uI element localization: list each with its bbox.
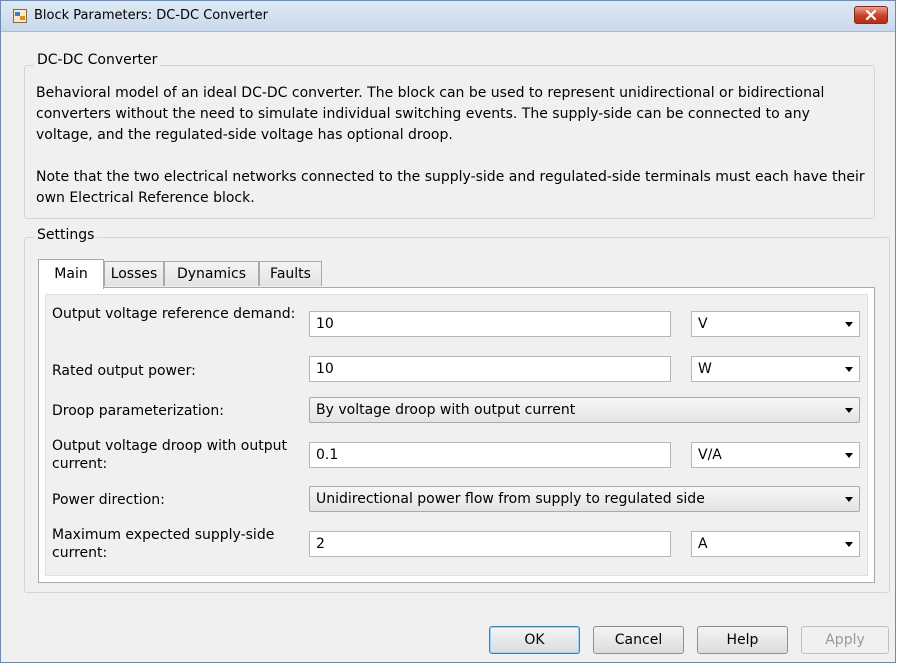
chevron-down-icon — [845, 497, 853, 502]
max-supply-current-unit: A — [698, 536, 708, 552]
output-voltage-reference-unit-select[interactable]: V — [691, 311, 860, 337]
output-voltage-droop-unit-select[interactable]: V/A — [691, 442, 860, 468]
output-voltage-droop-label: Output voltage droop with output current… — [52, 438, 287, 472]
rated-output-power-label: Rated output power: — [52, 363, 196, 379]
chevron-down-icon — [845, 453, 853, 458]
max-supply-current-label: Maximum expected supply-side current: — [52, 527, 275, 561]
power-direction-select[interactable]: Unidirectional power flow from supply to… — [309, 486, 860, 512]
tab-main[interactable]: Main — [38, 259, 104, 289]
window-title: Block Parameters: DC-DC Converter — [34, 8, 268, 23]
rated-output-power-input[interactable]: 10 — [309, 356, 671, 382]
help-button[interactable]: Help — [697, 626, 788, 654]
block-note: Note that the two electrical networks co… — [36, 169, 865, 206]
max-supply-current-unit-select[interactable]: A — [691, 531, 860, 557]
output-voltage-droop-input[interactable]: 0.1 — [309, 442, 671, 468]
settings-legend: Settings — [34, 227, 98, 243]
tab-faults[interactable]: Faults — [259, 261, 322, 286]
output-voltage-reference-label: Output voltage reference demand: — [52, 306, 296, 322]
droop-parameterization-label: Droop parameterization: — [52, 403, 224, 419]
ok-button[interactable]: OK — [489, 626, 580, 654]
chevron-down-icon — [845, 408, 853, 413]
block-parameters-dialog: Block Parameters: DC-DC Converter DC-DC … — [0, 0, 896, 663]
close-button[interactable] — [854, 6, 888, 24]
chevron-down-icon — [845, 542, 853, 547]
output-voltage-reference-input[interactable]: 10 — [309, 311, 671, 337]
chevron-down-icon — [845, 322, 853, 327]
rated-output-power-unit: W — [698, 361, 712, 377]
max-supply-current-input[interactable]: 2 — [309, 531, 671, 557]
output-voltage-reference-unit: V — [698, 316, 708, 332]
tab-losses[interactable]: Losses — [104, 261, 164, 286]
power-direction-value: Unidirectional power flow from supply to… — [316, 491, 705, 507]
droop-parameterization-value: By voltage droop with output current — [316, 402, 576, 418]
simulink-block-icon — [13, 9, 27, 23]
droop-parameterization-select[interactable]: By voltage droop with output current — [309, 397, 860, 423]
output-voltage-droop-unit: V/A — [698, 447, 722, 463]
close-icon — [865, 10, 877, 20]
power-direction-label: Power direction: — [52, 492, 165, 508]
apply-button[interactable]: Apply — [801, 626, 889, 654]
chevron-down-icon — [845, 367, 853, 372]
tab-dynamics[interactable]: Dynamics — [164, 261, 259, 286]
rated-output-power-unit-select[interactable]: W — [691, 356, 860, 382]
block-description: Behavioral model of an ideal DC-DC conve… — [36, 85, 825, 143]
block-name-legend: DC-DC Converter — [34, 52, 161, 68]
cancel-button[interactable]: Cancel — [593, 626, 684, 654]
title-bar[interactable]: Block Parameters: DC-DC Converter — [1, 1, 895, 32]
